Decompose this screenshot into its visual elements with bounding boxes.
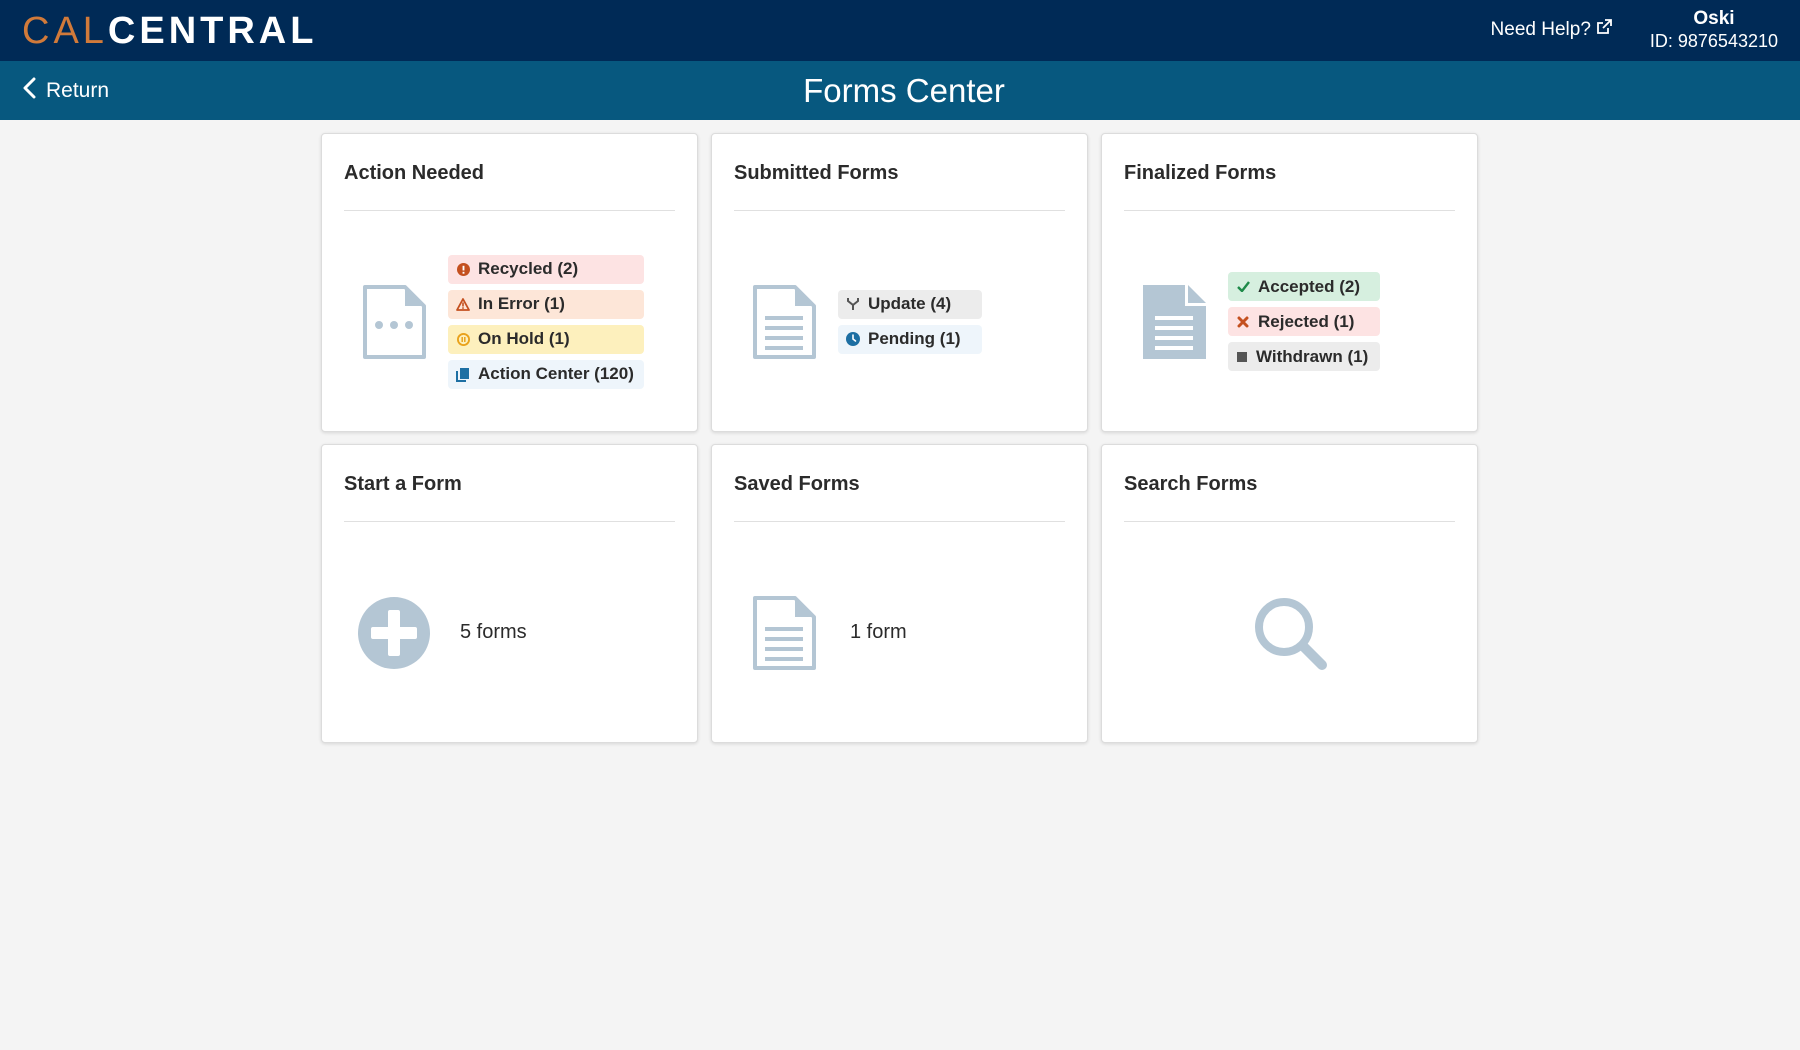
badge-label: On Hold (1) [478,329,570,348]
cards-grid: Action Needed Recycled (2) In Error (1) On… [321,133,1478,743]
plus-circle-icon [344,596,444,670]
x-icon [1236,315,1250,329]
badge-label: Withdrawn (1) [1256,346,1369,366]
card-title: Search Forms [1124,445,1455,522]
status-badge[interactable]: Action Center (120) [448,359,644,389]
start-form-count: 5 forms [460,621,527,643]
badge-label: Accepted (2) [1258,276,1361,296]
external-link-icon [1596,19,1612,41]
badge-label: In Error (1) [478,294,565,313]
status-badge[interactable]: Withdrawn (1) [1228,342,1380,371]
square-icon [1236,350,1248,364]
user-info: Oski ID: 9876543210 [1650,8,1778,52]
copy-icon [456,367,470,382]
status-badge[interactable]: Pending (1) [838,324,982,354]
submitted-badges: Update (4) Pending (1) [838,289,982,354]
status-badge[interactable]: Accepted (2) [1228,272,1380,301]
card-title: Start a Form [344,445,675,522]
calcentral-logo[interactable]: CAL CENTRAL [22,12,317,50]
badge-label: Action Center (120) [478,364,634,383]
status-badge[interactable]: Update (4) [838,289,982,319]
document-lines-icon [734,595,834,671]
sub-header: Return Forms Center [0,61,1800,120]
user-name: Oski [1693,8,1735,30]
chevron-left-icon [22,77,36,105]
search-icon [1124,595,1455,671]
badge-label: Update (4) [868,294,952,313]
branch-icon [846,297,860,311]
card-title: Saved Forms [734,445,1065,522]
badge-label: Pending (1) [868,329,961,348]
user-id: ID: 9876543210 [1649,31,1778,52]
submitted-forms-card[interactable]: Submitted Forms Update (4) Pending (1) [711,133,1088,432]
pause-circle-icon [456,332,470,346]
need-help-label: Need Help? [1490,19,1591,41]
top-right: Need Help? Oski ID: 9876543210 [1491,8,1778,52]
status-badge[interactable]: Recycled (2) [448,254,644,284]
status-badge[interactable]: In Error (1) [448,289,644,319]
document-lines-icon [734,284,834,360]
badge-label: Recycled (2) [478,259,579,278]
badge-label: Rejected (1) [1258,311,1355,331]
document-dots-icon [344,284,444,360]
card-title: Finalized Forms [1124,134,1455,211]
return-label: Return [46,78,110,102]
status-badge[interactable]: On Hold (1) [448,324,644,354]
exclamation-circle-icon [456,262,470,276]
document-filled-icon [1124,284,1224,360]
action-needed-badges: Recycled (2) In Error (1) On Hold (1) Actio… [448,254,644,389]
return-button[interactable]: Return [22,61,109,120]
warning-triangle-icon [456,297,470,311]
check-icon [1236,280,1250,294]
need-help-link[interactable]: Need Help? [1491,19,1612,41]
clock-icon [846,332,860,346]
start-a-form-card[interactable]: Start a Form 5 forms [321,444,698,743]
finalized-badges: Accepted (2) Rejected (1) Withdrawn (1) [1228,272,1380,371]
saved-forms-card[interactable]: Saved Forms 1 form [711,444,1088,743]
page-title: Forms Center [803,71,1005,109]
top-bar: CAL CENTRAL Need Help? Oski ID: 987654321… [0,0,1800,61]
card-title: Action Needed [344,134,675,211]
saved-form-count: 1 form [850,621,907,643]
search-forms-card[interactable]: Search Forms [1101,444,1478,743]
status-badge[interactable]: Rejected (1) [1228,307,1380,336]
action-needed-card[interactable]: Action Needed Recycled (2) In Error (1) On… [321,133,698,432]
finalized-forms-card[interactable]: Finalized Forms Accepted (2) Rejected (1)… [1101,133,1478,432]
card-title: Submitted Forms [734,134,1065,211]
